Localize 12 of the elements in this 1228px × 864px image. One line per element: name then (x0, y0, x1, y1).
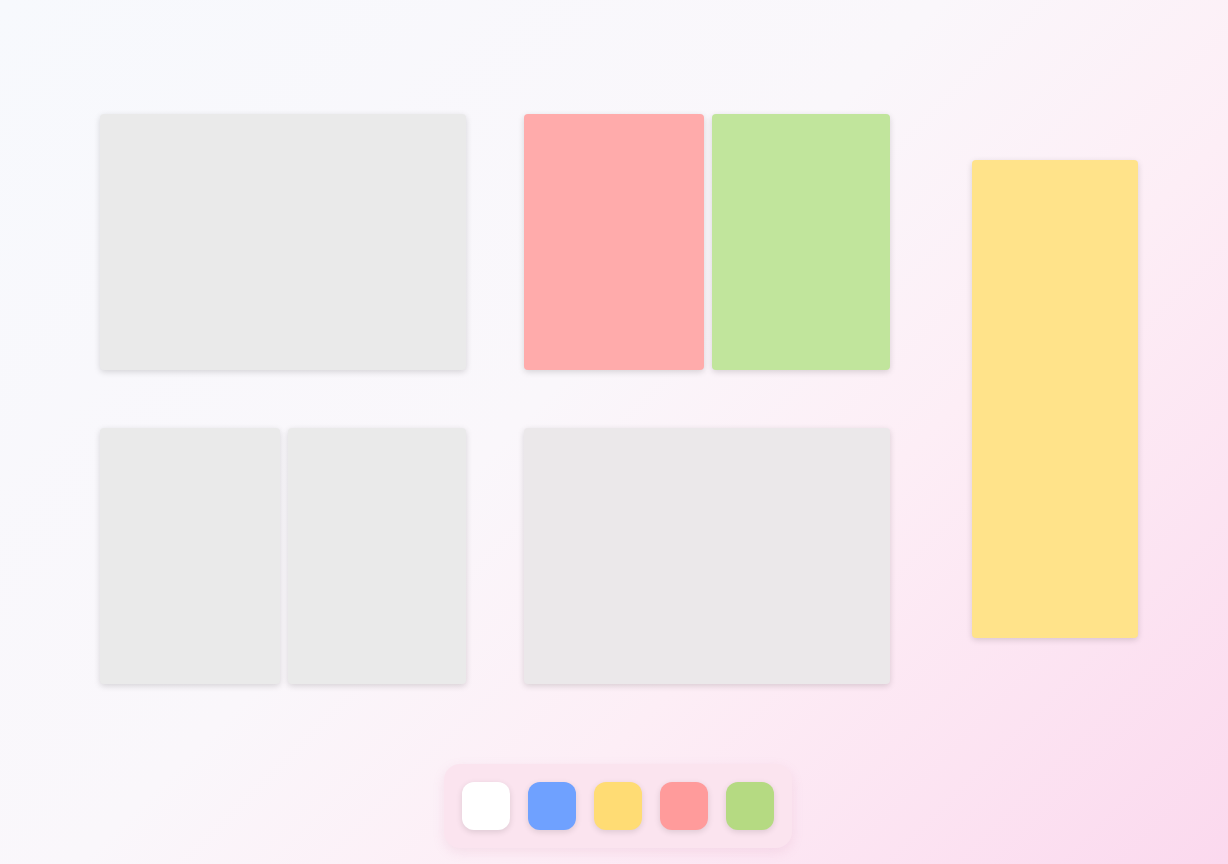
color-swatch[interactable] (726, 782, 774, 830)
layout-pane[interactable] (100, 428, 279, 684)
color-swatch[interactable] (528, 782, 576, 830)
color-swatch[interactable] (660, 782, 708, 830)
layout-pane[interactable] (524, 114, 703, 370)
layout-pane[interactable] (524, 428, 890, 684)
layout-pane[interactable] (100, 114, 466, 370)
sticky-note[interactable] (972, 160, 1138, 638)
layout-pane[interactable] (287, 428, 466, 684)
color-swatch[interactable] (594, 782, 642, 830)
layout-pane[interactable] (711, 114, 890, 370)
color-swatch[interactable] (462, 782, 510, 830)
